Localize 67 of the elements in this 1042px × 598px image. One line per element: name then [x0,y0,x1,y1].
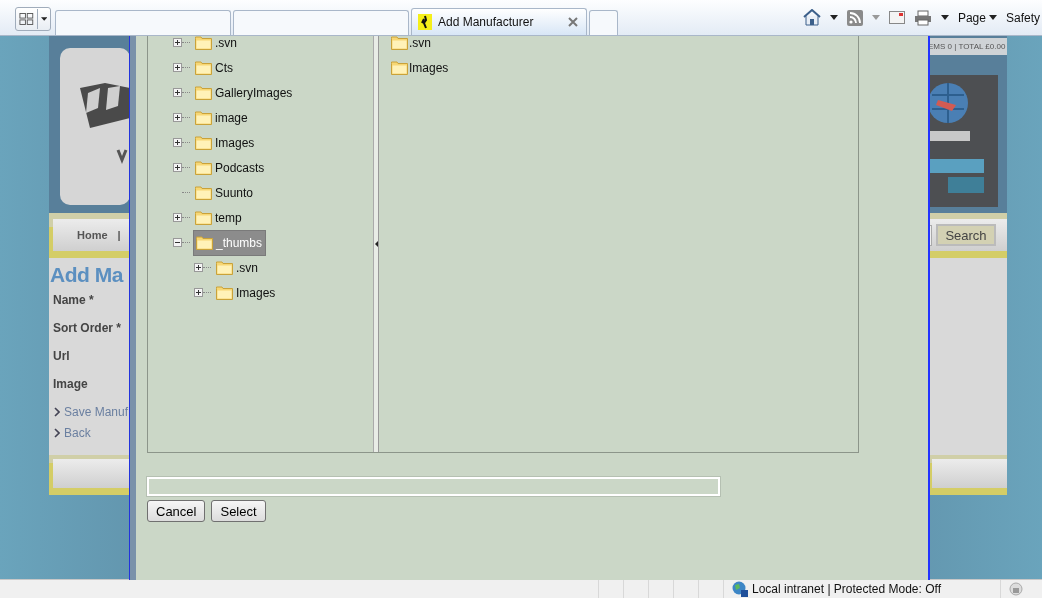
nav-separator: | [117,229,121,241]
caret-icon [988,15,997,20]
lock-icon [1009,582,1023,596]
tab-title: Add Manufacturer [438,15,535,29]
safety-menu[interactable]: Safety [1005,10,1040,25]
globe-icon [732,581,748,597]
folder-icon [195,60,212,75]
folder-icon [196,235,213,250]
folder-node[interactable]: Suunto [193,180,257,205]
folder-node[interactable]: GalleryImages [193,80,296,105]
path-field[interactable] [147,477,720,496]
search-button[interactable]: Search [936,224,996,246]
expand-toggle[interactable] [173,38,182,47]
folder-icon [391,60,408,75]
collapse-toggle[interactable] [173,238,182,247]
printer-icon[interactable] [913,9,932,26]
folder-icon [216,285,233,300]
folder-node[interactable]: Images [193,130,258,155]
page-icon [418,14,432,30]
feed-icon[interactable] [846,9,863,26]
folder-icon [195,110,212,125]
mail-icon[interactable] [888,11,905,24]
dialog-button[interactable]: Select [211,500,266,522]
folder-icon [195,135,212,150]
expand-toggle[interactable] [173,88,182,97]
close-icon[interactable] [568,17,578,27]
quick-tabs-button[interactable] [15,7,51,31]
folder-icon [195,160,212,175]
form-label: Image [52,376,89,393]
chevron-icon [54,427,60,438]
dialog-button[interactable]: Cancel [147,500,206,522]
folder-icon [195,185,212,200]
folder-icon [195,85,212,100]
splitter-handle[interactable] [374,36,379,452]
security-zone-text: Local intranet | Protected Mode: Off [752,582,941,596]
folder-node[interactable]: image [193,105,251,130]
form-label: Sort Order * [52,320,122,337]
caret-icon[interactable] [940,15,949,20]
folder-node[interactable]: temp [193,205,245,230]
folder-icon [195,210,212,225]
caret-icon[interactable] [829,15,838,20]
folder-icon [391,35,408,50]
home-link[interactable]: Home [77,229,108,241]
folder-item[interactable]: Images [391,55,858,80]
grid-icon [19,12,34,26]
folder-node[interactable]: .svn [214,255,261,280]
expand-toggle[interactable] [173,63,182,72]
folder-node[interactable]: .svn [193,36,240,55]
folder-node[interactable]: Cts [193,55,236,80]
expand-toggle[interactable] [173,163,182,172]
folder-node[interactable]: Podcasts [193,155,268,180]
page-menu[interactable]: Page [957,10,997,25]
chevron-icon [54,406,60,417]
expand-toggle[interactable] [173,138,182,147]
page-heading: Add Ma [50,262,125,288]
caret-icon [40,17,47,21]
folder-icon [195,36,212,50]
expand-toggle[interactable] [173,213,182,222]
folder-node[interactable]: Images [214,280,279,305]
browser-tab[interactable]: Add Manufacturer [411,8,587,35]
expand-toggle[interactable] [194,288,203,297]
form-label: Url [52,348,71,365]
expand-toggle[interactable] [173,113,182,122]
folder-icon [216,260,233,275]
home-icon[interactable] [802,9,821,26]
form-label: Name * [52,292,95,309]
expand-toggle[interactable] [194,263,203,272]
